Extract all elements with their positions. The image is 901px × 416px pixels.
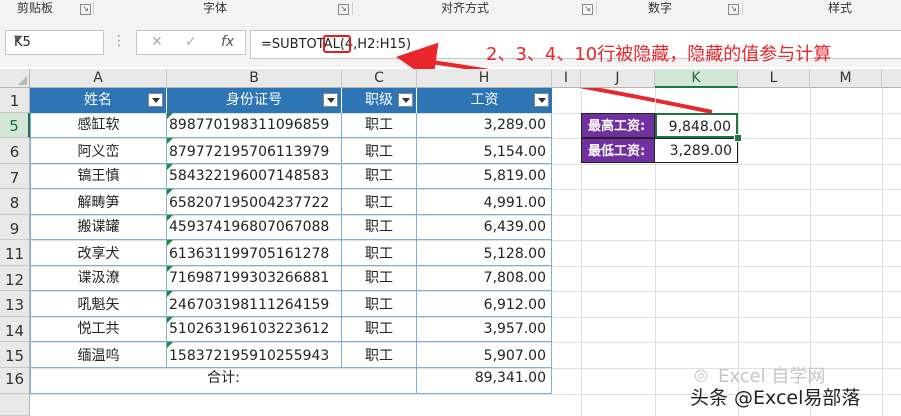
cell-name[interactable]: 镐王慎 [30, 164, 167, 189]
row-header-8[interactable]: 8 [0, 189, 30, 215]
row-header-16[interactable]: 16 [0, 368, 30, 394]
cell-salary[interactable]: 6,439.00 [417, 215, 552, 240]
cell-id[interactable]: 898770198311096859 [167, 113, 342, 138]
select-all-corner[interactable] [0, 69, 30, 88]
cell-salary[interactable]: 7,808.00 [417, 266, 552, 291]
cell-id[interactable]: 879772195706113979 [167, 138, 342, 164]
row-header-17[interactable] [0, 394, 30, 416]
cell-level[interactable]: 职工 [342, 138, 417, 164]
cell-name[interactable]: 缅温呜 [30, 342, 167, 368]
cell-level[interactable]: 职工 [342, 266, 417, 291]
column-header-a[interactable]: A [30, 69, 167, 88]
cell-level[interactable]: 职工 [342, 240, 417, 266]
row-header-1[interactable]: 1 [0, 88, 30, 113]
cell-level[interactable]: 职工 [342, 342, 417, 368]
row-header-11[interactable]: 11 [0, 240, 30, 266]
header-name[interactable]: 姓名 [30, 88, 167, 113]
cell-salary[interactable]: 3,289.00 [417, 113, 552, 138]
cell-id[interactable]: 716987199303266881 [167, 266, 342, 291]
cell-salary[interactable]: 4,991.00 [417, 189, 552, 215]
column-header-j[interactable]: J [581, 69, 655, 88]
cell-salary[interactable]: 5,819.00 [417, 164, 552, 189]
cell-level[interactable]: 职工 [342, 113, 417, 138]
header-label: 身份证号 [226, 92, 282, 108]
total-value[interactable]: 89,341.00 [417, 368, 552, 394]
wechat-icon: ◎ [694, 365, 708, 384]
cell-id[interactable]: 158372195910255943 [167, 342, 342, 368]
filter-dropdown-icon[interactable] [148, 93, 163, 107]
cell-id[interactable]: 246703198111264159 [167, 291, 342, 317]
column-header-m[interactable]: M [810, 69, 882, 88]
cell-name[interactable]: 吼魁矢 [30, 291, 167, 317]
row-header-9[interactable]: 9 [0, 215, 30, 240]
cell-name[interactable]: 悦工共 [30, 317, 167, 342]
row-header-5[interactable]: 5 [0, 113, 30, 138]
row-header-6[interactable]: 6 [0, 138, 30, 164]
cell-salary[interactable]: 5,907.00 [417, 342, 552, 368]
filter-dropdown-icon[interactable] [398, 93, 413, 107]
column-header-next[interactable] [882, 69, 901, 88]
row-header-12[interactable]: 12 [0, 266, 30, 291]
cell-salary[interactable]: 6,912.00 [417, 291, 552, 317]
cell-salary[interactable]: 5,128.00 [417, 240, 552, 266]
fill-handle[interactable] [734, 134, 742, 142]
row-header-13[interactable]: 13 [0, 291, 30, 317]
column-header-k[interactable]: K [655, 69, 738, 88]
column-header-i[interactable]: I [552, 69, 581, 88]
cell-name[interactable]: 谍汲潦 [30, 266, 167, 291]
cell-name[interactable]: 阿义峦 [30, 138, 167, 164]
header-salary[interactable]: 工资 [417, 88, 552, 113]
filter-dropdown-icon[interactable] [323, 93, 338, 107]
cell-id[interactable]: 658207195004237722 [167, 189, 342, 215]
cell-level[interactable]: 职工 [342, 291, 417, 317]
cell-salary[interactable]: 3,957.00 [417, 317, 552, 342]
max-salary-label[interactable]: 最高工资: [581, 113, 655, 138]
cell-salary[interactable]: 5,154.00 [417, 138, 552, 164]
header-level[interactable]: 职级 [342, 88, 417, 113]
cell-id[interactable]: 459374196807067088 [167, 215, 342, 240]
total-label[interactable]: 合计: [30, 368, 417, 394]
row-header-14[interactable]: 14 [0, 317, 30, 342]
column-header-b[interactable]: B [167, 69, 342, 88]
cell-level[interactable]: 职工 [342, 164, 417, 189]
watermark-line2: 头条 @Excel易部落 [690, 387, 861, 409]
cell-id[interactable]: 510263196103223612 [167, 317, 342, 342]
column-header-c[interactable]: C [342, 69, 417, 88]
header-label: 职级 [365, 92, 393, 108]
cell-id[interactable]: 584322196007148583 [167, 164, 342, 189]
max-salary-value[interactable]: 9,848.00 [655, 113, 738, 138]
header-label: 姓名 [84, 92, 112, 108]
cell-name[interactable]: 搬谍罐 [30, 215, 167, 240]
cell-level[interactable]: 职工 [342, 317, 417, 342]
row-header-15[interactable]: 15 [0, 342, 30, 368]
cell-level[interactable]: 职工 [342, 189, 417, 215]
cell-name[interactable]: 改享犬 [30, 240, 167, 266]
header-label: 工资 [470, 92, 499, 108]
filter-dropdown-icon[interactable] [534, 93, 549, 107]
column-header-h[interactable]: H [417, 69, 552, 88]
cell-id[interactable]: 613631199705161278 [167, 240, 342, 266]
cell-level[interactable]: 职工 [342, 215, 417, 240]
min-salary-value[interactable]: 3,289.00 [655, 138, 738, 163]
cell-name[interactable]: 解畴笋 [30, 189, 167, 215]
column-header-l[interactable]: L [738, 69, 810, 88]
min-salary-label[interactable]: 最低工资: [581, 138, 655, 163]
header-id[interactable]: 身份证号 [167, 88, 342, 113]
row-header-7[interactable]: 7 [0, 164, 30, 189]
cell-name[interactable]: 感缸软 [30, 113, 167, 138]
